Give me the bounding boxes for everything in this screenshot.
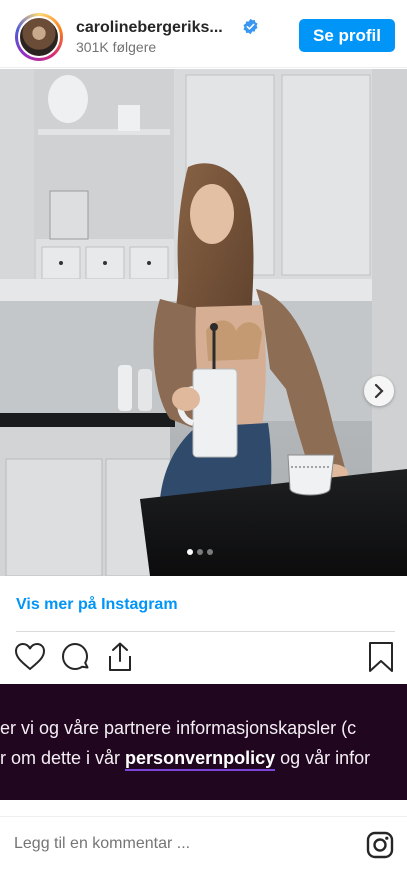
cookie-consent-banner: er vi og våre partnere informasjonskapsl… [0, 684, 407, 800]
avatar[interactable] [15, 13, 63, 61]
bookmark-icon[interactable] [366, 640, 396, 674]
carousel-dot [197, 549, 203, 555]
chevron-right-icon [374, 383, 384, 399]
view-profile-button[interactable]: Se profil [299, 19, 395, 52]
username[interactable]: carolinebergeriks... [76, 19, 223, 37]
carousel-dot [187, 549, 193, 555]
follower-count: 301K følgere [76, 39, 157, 55]
post-header: carolinebergeriks... 301K følgere Se pro… [0, 0, 407, 68]
instagram-logo-icon[interactable] [366, 831, 394, 859]
consent-text-line: r om dette i vår personvernpolicy og vår… [0, 748, 371, 771]
post-photo[interactable] [0, 69, 407, 576]
carousel-indicator [187, 549, 213, 555]
share-icon[interactable] [103, 640, 137, 674]
verified-badge-icon [243, 18, 258, 35]
kitchen-photo-illustration [0, 69, 407, 576]
divider [16, 631, 395, 632]
carousel-dot [207, 549, 213, 555]
comment-icon[interactable] [58, 640, 92, 674]
comment-input[interactable] [14, 835, 334, 853]
consent-text: r om dette i vår [0, 748, 126, 768]
view-more-on-instagram-link[interactable]: Vis mer på Instagram [16, 596, 178, 614]
consent-text: og vår infor [275, 748, 371, 768]
heart-icon[interactable] [13, 640, 47, 674]
comment-bar [0, 816, 407, 870]
avatar-image [18, 16, 60, 58]
consent-text-line: er vi og våre partnere informasjonskapsl… [0, 718, 357, 738]
privacy-policy-link[interactable]: personvernpolicy [125, 748, 276, 771]
carousel-next-button[interactable] [364, 376, 394, 406]
